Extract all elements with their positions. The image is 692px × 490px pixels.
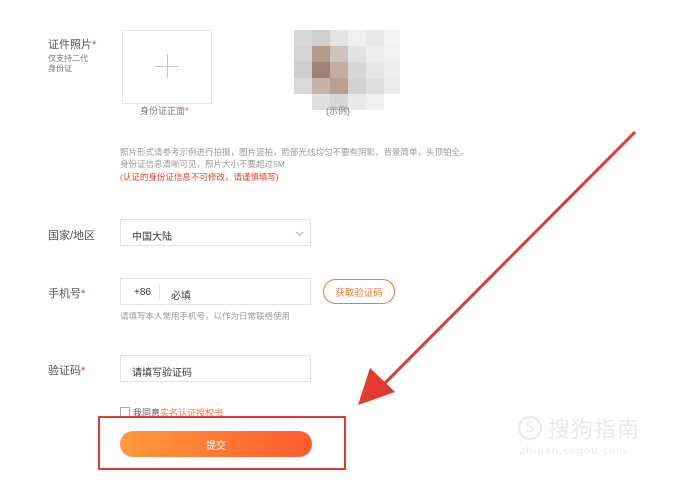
plus-icon <box>123 31 211 103</box>
phone-input[interactable]: 必填 <box>171 287 191 302</box>
code-label: 验证码* <box>48 365 86 377</box>
phone-label: 手机号* <box>48 288 86 300</box>
upload-caption: 身份证正面* <box>140 106 189 116</box>
phone-field[interactable]: +86 必填 <box>120 278 311 305</box>
example-photo <box>292 26 404 112</box>
watermark-text: 搜狗指南 <box>548 418 641 443</box>
chevron-down-icon <box>295 231 304 237</box>
photo-warning: (认证的身份证信息不可修改，请谨慎填写) <box>120 172 279 182</box>
country-label: 国家/地区 <box>48 230 96 242</box>
photo-hint-line2: 身份证信息清晰可见，照片大小不要超过5M <box>120 159 285 169</box>
country-select[interactable]: 中国大陆 <box>120 219 311 246</box>
prefix-divider <box>159 284 160 300</box>
annotation-box <box>98 416 346 470</box>
country-value: 中国大陆 <box>132 232 172 243</box>
photo-sub-line2: 身份证 <box>48 64 72 73</box>
phone-prefix[interactable]: +86 <box>134 287 151 298</box>
watermark: S 搜狗指南 zhinan.sogou.com <box>518 412 684 457</box>
photo-sub-line1: 仅支持二代 <box>48 54 88 63</box>
code-placeholder: 请填写验证码 <box>132 368 192 379</box>
example-caption: (示例) <box>326 106 350 116</box>
photo-label: 证件照片* <box>48 39 97 51</box>
watermark-url: zhinan.sogou.com <box>520 446 628 457</box>
id-front-upload[interactable] <box>122 30 212 104</box>
phone-hint: 请填写本人常用手机号，以作为日常联络使用 <box>120 311 291 321</box>
sogou-logo-icon: S <box>518 416 542 440</box>
code-input[interactable]: 请填写验证码 <box>120 355 311 382</box>
annotation-arrow-icon <box>358 130 637 405</box>
